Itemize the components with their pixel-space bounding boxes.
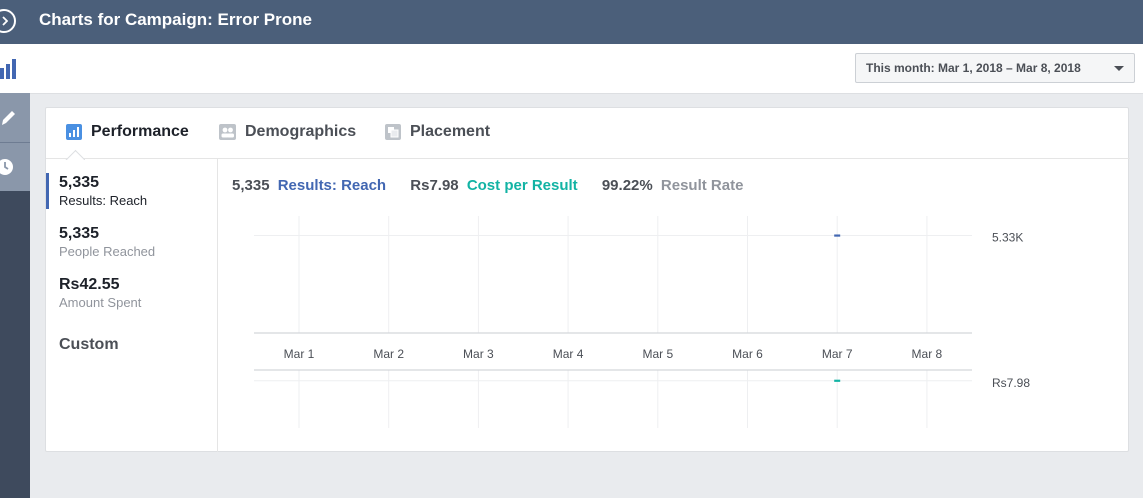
pencil-icon xyxy=(2,110,15,125)
x-tick-label: Mar 2 xyxy=(373,347,404,361)
caret-down-icon xyxy=(1114,66,1124,71)
rail-charts-button[interactable] xyxy=(0,44,30,93)
x-tick-label: Mar 6 xyxy=(732,347,763,361)
charts-card: Performance Demographics Placement 5,335 xyxy=(45,107,1130,452)
chevron-right-icon xyxy=(2,16,8,26)
y-tick-label: 5.33K xyxy=(992,231,1023,245)
top-bar: Charts for Campaign: Error Prone xyxy=(0,0,1143,44)
rail-edit-button[interactable] xyxy=(0,93,30,142)
collapse-sidebar-button[interactable] xyxy=(0,9,16,33)
date-range-dropdown[interactable]: This month: Mar 1, 2018 – Mar 8, 2018 xyxy=(855,53,1135,83)
x-tick-label: Mar 8 xyxy=(912,347,943,361)
x-tick-label: Mar 1 xyxy=(284,347,315,361)
x-tick-label: Mar 3 xyxy=(463,347,494,361)
toolbar: This month: Mar 1, 2018 – Mar 8, 2018 xyxy=(30,44,1143,94)
x-tick-label: Mar 5 xyxy=(642,347,673,361)
x-tick-label: Mar 4 xyxy=(553,347,584,361)
page-title: Charts for Campaign: Error Prone xyxy=(39,10,312,29)
y-tick-label: Rs7.98 xyxy=(992,376,1030,390)
date-range-label: This month: Mar 1, 2018 – Mar 8, 2018 xyxy=(866,61,1081,75)
clock-icon xyxy=(0,159,13,175)
side-rail xyxy=(0,44,30,498)
bar-chart-icon xyxy=(0,58,16,79)
rail-history-button[interactable] xyxy=(0,142,30,191)
x-tick-label: Mar 7 xyxy=(822,347,853,361)
performance-chart: 5.33K Mar 1 Mar 2 Mar 3 Mar 4 Mar 5 Mar 6 Mar 7… xyxy=(254,216,1030,428)
